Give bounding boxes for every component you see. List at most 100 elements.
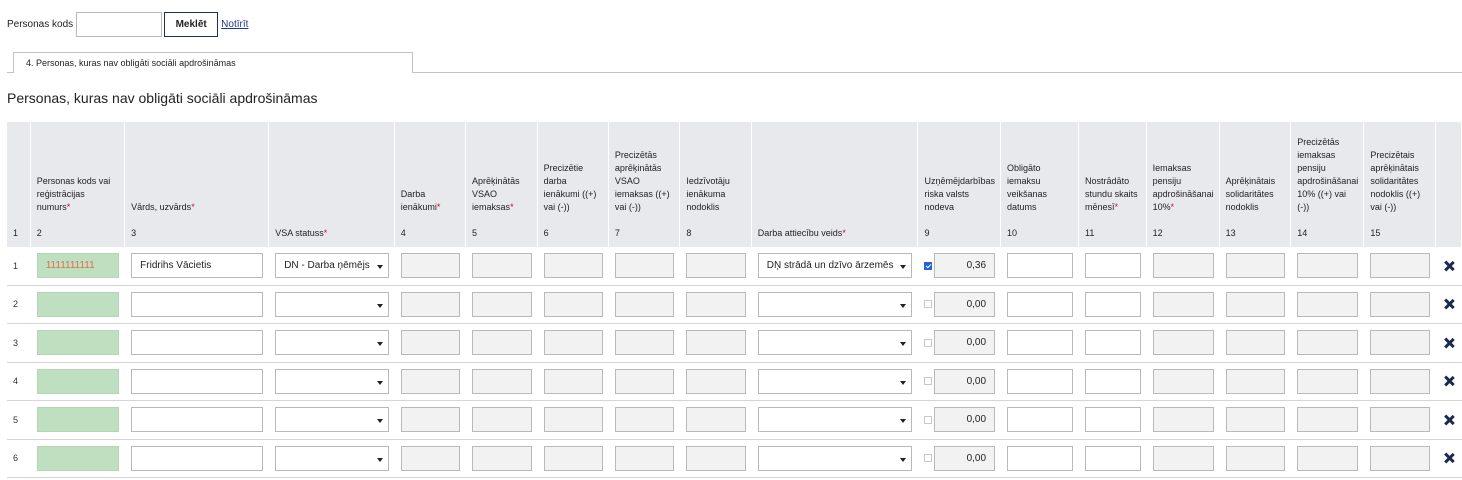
adj-solidarity-tax-input[interactable] [1370,253,1430,279]
employment-type-select[interactable] [757,445,913,471]
personal-code-input[interactable] [36,291,120,317]
solidarity-tax-input[interactable] [1225,368,1286,394]
personal-code-search-input[interactable] [76,11,163,37]
delete-row-button[interactable] [1435,440,1462,478]
risk-duty-checkbox[interactable] [924,300,933,309]
adj-income-input[interactable] [543,445,603,471]
pension-10-input[interactable] [1152,407,1214,433]
hours-worked-input[interactable] [1085,407,1141,433]
vsa-status-select[interactable] [275,407,389,433]
income-input[interactable] [400,291,461,317]
close-icon[interactable] [1442,259,1456,273]
name-input[interactable] [131,291,264,317]
vsao-contrib-input[interactable] [472,330,532,356]
contribution-date-input[interactable] [1007,368,1074,394]
personal-code-input[interactable] [36,368,120,394]
risk-duty-checkbox[interactable] [924,415,933,424]
employment-type-select[interactable]: DŅ strādā un dzīvo ārzemēs [757,253,913,279]
pension-10-input[interactable] [1152,291,1214,317]
solidarity-tax-input[interactable] [1225,445,1286,471]
vsa-status-select[interactable] [275,330,389,356]
close-icon[interactable] [1442,374,1456,388]
hours-worked-input[interactable] [1085,368,1141,394]
income-tax-input[interactable] [686,330,746,356]
adj-pension-10-input[interactable] [1297,445,1359,471]
adj-income-input[interactable] [543,330,603,356]
contribution-date-input[interactable] [1007,330,1074,356]
pension-10-input[interactable] [1152,368,1214,394]
adj-pension-10-input[interactable] [1297,253,1359,279]
adj-pension-10-input[interactable] [1297,291,1359,317]
vsao-contrib-input[interactable] [472,291,532,317]
risk-duty-value[interactable]: 0,00 [934,368,996,394]
name-input[interactable] [131,330,264,356]
delete-row-button[interactable] [1435,286,1462,324]
contribution-date-input[interactable] [1007,445,1074,471]
adj-vsao-input[interactable] [614,407,675,433]
vsao-contrib-input[interactable] [472,407,532,433]
vsao-contrib-input[interactable] [472,253,532,279]
personal-code-input[interactable]: 1111111111 [36,253,120,279]
pension-10-input[interactable] [1152,445,1214,471]
employment-type-select[interactable] [757,368,913,394]
pension-10-input[interactable] [1152,253,1214,279]
tab-section-4[interactable]: 4. Personas, kuras nav obligāti sociāli … [13,52,413,73]
solidarity-tax-input[interactable] [1225,407,1286,433]
income-input[interactable] [400,330,461,356]
delete-row-button[interactable] [1435,247,1462,286]
income-input[interactable] [400,445,461,471]
contribution-date-input[interactable] [1007,407,1074,433]
vsao-contrib-input[interactable] [472,445,532,471]
employment-type-select[interactable] [757,330,913,356]
adj-solidarity-tax-input[interactable] [1370,407,1430,433]
solidarity-tax-input[interactable] [1225,291,1286,317]
solidarity-tax-input[interactable] [1225,253,1286,279]
adj-vsao-input[interactable] [614,445,675,471]
personal-code-input[interactable] [36,445,120,471]
income-input[interactable] [400,407,461,433]
delete-row-button[interactable] [1435,324,1462,363]
adj-vsao-input[interactable] [614,253,675,279]
search-button[interactable]: Meklēt [164,11,219,37]
name-input[interactable] [131,368,264,394]
vsao-contrib-input[interactable] [472,368,532,394]
income-tax-input[interactable] [686,445,746,471]
name-input[interactable] [131,445,264,471]
risk-duty-checkbox[interactable] [924,261,933,270]
adj-vsao-input[interactable] [614,330,675,356]
adj-pension-10-input[interactable] [1297,368,1359,394]
vsa-status-select[interactable] [275,368,389,394]
vsa-status-select[interactable] [275,291,389,317]
risk-duty-value[interactable]: 0,00 [934,445,996,471]
contribution-date-input[interactable] [1007,253,1074,279]
adj-solidarity-tax-input[interactable] [1370,330,1430,356]
employment-type-select[interactable] [757,291,913,317]
adj-income-input[interactable] [543,253,603,279]
adj-income-input[interactable] [543,407,603,433]
income-tax-input[interactable] [686,407,746,433]
adj-solidarity-tax-input[interactable] [1370,445,1430,471]
employment-type-select[interactable] [757,407,913,433]
hours-worked-input[interactable] [1085,291,1141,317]
hours-worked-input[interactable] [1085,253,1141,279]
close-icon[interactable] [1442,336,1456,350]
name-input[interactable]: Fridrihs Vācietis [131,253,264,279]
personal-code-input[interactable] [36,330,120,356]
risk-duty-value[interactable]: 0,00 [934,291,996,317]
risk-duty-value[interactable]: 0,36 [934,253,996,279]
income-tax-input[interactable] [686,253,746,279]
income-input[interactable] [400,253,461,279]
delete-row-button[interactable] [1435,401,1462,440]
risk-duty-checkbox[interactable] [924,454,933,463]
income-input[interactable] [400,368,461,394]
delete-row-button[interactable] [1435,363,1462,401]
adj-income-input[interactable] [543,291,603,317]
vsa-status-select[interactable] [275,445,389,471]
adj-pension-10-input[interactable] [1297,407,1359,433]
hours-worked-input[interactable] [1085,330,1141,356]
adj-solidarity-tax-input[interactable] [1370,291,1430,317]
close-icon[interactable] [1442,451,1456,465]
hours-worked-input[interactable] [1085,445,1141,471]
solidarity-tax-input[interactable] [1225,330,1286,356]
name-input[interactable] [131,407,264,433]
